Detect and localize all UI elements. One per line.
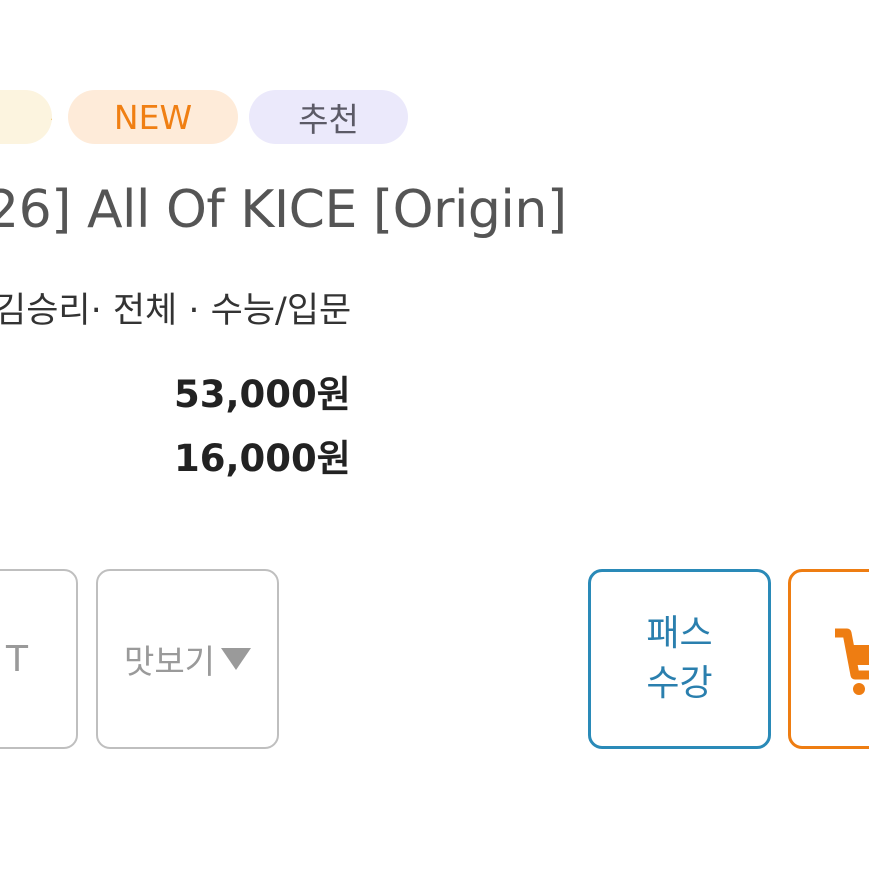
course-meta: 김승리· 전체 · 수능/입문 [0,291,352,331]
badge-partial: 장 [0,90,52,144]
badge-new-label: NEW [113,97,193,137]
cart-button[interactable] [788,569,869,749]
pass-enroll-button[interactable]: 패스 수강 [588,569,771,749]
pass-button-line1: 패스 [646,613,713,654]
badge-recommended: 추천 [249,90,408,144]
badge-new: NEW [68,90,238,144]
course-card: 장 NEW 추천 26] All Of KICE [Origin] 김승리· 전… [0,0,869,869]
price-secondary: 16,000원 [174,437,351,480]
preview-button-label: 맛보기 [123,642,216,681]
preview-button[interactable]: 맛보기 [96,569,279,749]
pass-button-line2: 수강 [646,663,713,704]
ot-button[interactable]: T [0,569,78,749]
badge-partial-label: 장 [50,93,52,141]
cart-icon [835,628,869,695]
caret-down-icon [221,648,252,670]
ot-button-label: T [6,638,28,680]
course-title[interactable]: 26] All Of KICE [Origin] [0,180,567,240]
price-primary: 53,000원 [174,373,351,416]
badge-recommended-label: 추천 [298,100,359,139]
